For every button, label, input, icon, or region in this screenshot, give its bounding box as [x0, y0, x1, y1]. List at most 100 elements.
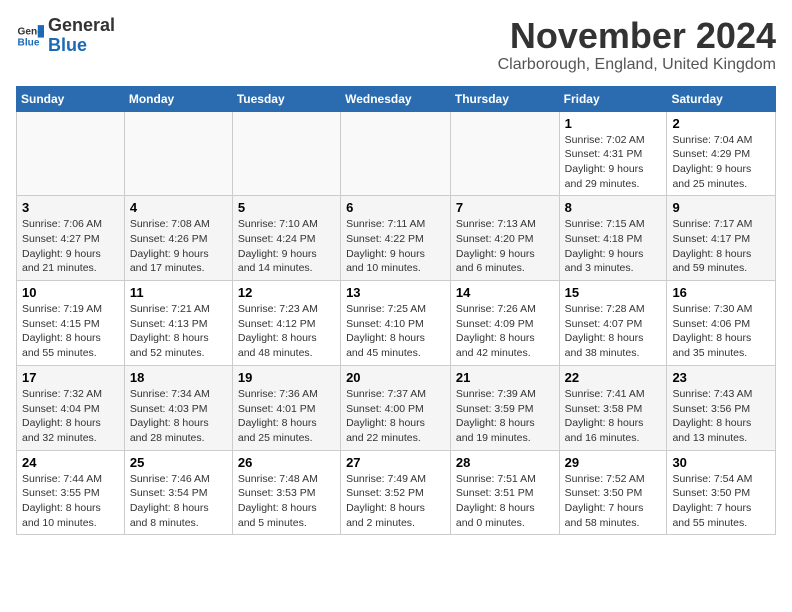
day-cell: 12Sunrise: 7:23 AMSunset: 4:12 PMDayligh… — [232, 281, 340, 366]
col-header-thursday: Thursday — [450, 86, 559, 111]
day-cell — [124, 111, 232, 196]
day-info: Sunrise: 7:15 AMSunset: 4:18 PMDaylight:… — [565, 217, 662, 276]
day-cell: 10Sunrise: 7:19 AMSunset: 4:15 PMDayligh… — [17, 281, 125, 366]
day-cell: 25 Sunrise: 7:46 AMSunset: 3:54 PMDayligh… — [124, 450, 232, 535]
day-cell: 24 Sunrise: 7:44 AMSunset: 3:55 PMDayligh… — [17, 450, 125, 535]
week-row-4: 17 Sunrise: 7:32 AMSunset: 4:04 PMDayligh… — [17, 365, 776, 450]
day-info: Sunrise: 7:30 AMSunset: 4:06 PMDaylight:… — [672, 302, 770, 361]
week-row-1: 1Sunrise: 7:02 AMSunset: 4:31 PMDaylight… — [17, 111, 776, 196]
day-info: Sunrise: 7:17 AMSunset: 4:17 PMDaylight:… — [672, 217, 770, 276]
day-number: 12 — [238, 285, 335, 300]
day-info: Sunrise: 7:21 AMSunset: 4:13 PMDaylight:… — [130, 302, 227, 361]
day-info: Sunrise: 7:13 AMSunset: 4:20 PMDaylight:… — [456, 217, 554, 276]
day-number: 20 — [346, 370, 445, 385]
title-block: November 2024 Clarborough, England, Unit… — [498, 16, 776, 74]
day-cell: 20Sunrise: 7:37 AMSunset: 4:00 PMDayligh… — [341, 365, 451, 450]
day-cell: 28 Sunrise: 7:51 AMSunset: 3:51 PMDayligh… — [450, 450, 559, 535]
day-cell: 17 Sunrise: 7:32 AMSunset: 4:04 PMDayligh… — [17, 365, 125, 450]
day-number: 24 — [22, 455, 119, 470]
day-cell: 14Sunrise: 7:26 AMSunset: 4:09 PMDayligh… — [450, 281, 559, 366]
header-row: SundayMondayTuesdayWednesdayThursdayFrid… — [17, 86, 776, 111]
day-number: 28 — [456, 455, 554, 470]
day-number: 21 — [456, 370, 554, 385]
day-number: 2 — [672, 116, 770, 131]
day-info: Sunrise: 7:54 AMSunset: 3:50 PMDaylight:… — [672, 472, 770, 531]
location: Clarborough, England, United Kingdom — [498, 56, 776, 74]
month-title: November 2024 — [498, 16, 776, 56]
day-info: Sunrise: 7:49 AMSunset: 3:52 PMDaylight:… — [346, 472, 445, 531]
day-cell: 18 Sunrise: 7:34 AMSunset: 4:03 PMDayligh… — [124, 365, 232, 450]
day-info: Sunrise: 7:02 AMSunset: 4:31 PMDaylight:… — [565, 133, 662, 192]
col-header-wednesday: Wednesday — [341, 86, 451, 111]
day-cell — [341, 111, 451, 196]
day-info: Sunrise: 7:32 AMSunset: 4:04 PMDaylight:… — [22, 387, 119, 446]
day-info: Sunrise: 7:04 AMSunset: 4:29 PMDaylight:… — [672, 133, 770, 192]
day-number: 7 — [456, 200, 554, 215]
logo-icon: General Blue — [16, 22, 44, 50]
day-info: Sunrise: 7:25 AMSunset: 4:10 PMDaylight:… — [346, 302, 445, 361]
day-number: 10 — [22, 285, 119, 300]
day-cell: 21 Sunrise: 7:39 AMSunset: 3:59 PMDayligh… — [450, 365, 559, 450]
logo-general: General — [48, 16, 115, 36]
day-number: 15 — [565, 285, 662, 300]
day-info: Sunrise: 7:51 AMSunset: 3:51 PMDaylight:… — [456, 472, 554, 531]
page-header: General Blue General Blue November 2024 … — [16, 16, 776, 74]
day-number: 27 — [346, 455, 445, 470]
day-number: 14 — [456, 285, 554, 300]
svg-text:Blue: Blue — [18, 37, 40, 48]
day-cell — [450, 111, 559, 196]
day-number: 3 — [22, 200, 119, 215]
day-info: Sunrise: 7:34 AMSunset: 4:03 PMDaylight:… — [130, 387, 227, 446]
day-number: 25 — [130, 455, 227, 470]
col-header-saturday: Saturday — [667, 86, 776, 111]
day-number: 13 — [346, 285, 445, 300]
day-number: 18 — [130, 370, 227, 385]
day-cell: 30Sunrise: 7:54 AMSunset: 3:50 PMDayligh… — [667, 450, 776, 535]
day-info: Sunrise: 7:10 AMSunset: 4:24 PMDaylight:… — [238, 217, 335, 276]
week-row-3: 10Sunrise: 7:19 AMSunset: 4:15 PMDayligh… — [17, 281, 776, 366]
day-number: 4 — [130, 200, 227, 215]
day-info: Sunrise: 7:46 AMSunset: 3:54 PMDaylight:… — [130, 472, 227, 531]
day-info: Sunrise: 7:41 AMSunset: 3:58 PMDaylight:… — [565, 387, 662, 446]
day-info: Sunrise: 7:08 AMSunset: 4:26 PMDaylight:… — [130, 217, 227, 276]
day-number: 23 — [672, 370, 770, 385]
day-number: 29 — [565, 455, 662, 470]
day-cell: 9 Sunrise: 7:17 AMSunset: 4:17 PMDaylight… — [667, 196, 776, 281]
day-cell: 7 Sunrise: 7:13 AMSunset: 4:20 PMDaylight… — [450, 196, 559, 281]
calendar-table: SundayMondayTuesdayWednesdayThursdayFrid… — [16, 86, 776, 536]
day-cell: 13 Sunrise: 7:25 AMSunset: 4:10 PMDayligh… — [341, 281, 451, 366]
day-info: Sunrise: 7:44 AMSunset: 3:55 PMDaylight:… — [22, 472, 119, 531]
day-info: Sunrise: 7:39 AMSunset: 3:59 PMDaylight:… — [456, 387, 554, 446]
day-cell: 22 Sunrise: 7:41 AMSunset: 3:58 PMDayligh… — [559, 365, 667, 450]
week-row-5: 24 Sunrise: 7:44 AMSunset: 3:55 PMDayligh… — [17, 450, 776, 535]
day-cell: 6Sunrise: 7:11 AMSunset: 4:22 PMDaylight… — [341, 196, 451, 281]
day-number: 17 — [22, 370, 119, 385]
day-info: Sunrise: 7:43 AMSunset: 3:56 PMDaylight:… — [672, 387, 770, 446]
col-header-friday: Friday — [559, 86, 667, 111]
day-cell: 4 Sunrise: 7:08 AMSunset: 4:26 PMDaylight… — [124, 196, 232, 281]
day-info: Sunrise: 7:48 AMSunset: 3:53 PMDaylight:… — [238, 472, 335, 531]
col-header-tuesday: Tuesday — [232, 86, 340, 111]
day-number: 5 — [238, 200, 335, 215]
logo-blue: Blue — [48, 36, 115, 56]
day-cell: 27 Sunrise: 7:49 AMSunset: 3:52 PMDayligh… — [341, 450, 451, 535]
day-cell: 29 Sunrise: 7:52 AMSunset: 3:50 PMDayligh… — [559, 450, 667, 535]
day-cell: 3Sunrise: 7:06 AMSunset: 4:27 PMDaylight… — [17, 196, 125, 281]
day-cell: 8Sunrise: 7:15 AMSunset: 4:18 PMDaylight… — [559, 196, 667, 281]
day-cell: 23 Sunrise: 7:43 AMSunset: 3:56 PMDayligh… — [667, 365, 776, 450]
day-cell: 2 Sunrise: 7:04 AMSunset: 4:29 PMDaylight… — [667, 111, 776, 196]
day-number: 11 — [130, 285, 227, 300]
day-cell: 15 Sunrise: 7:28 AMSunset: 4:07 PMDayligh… — [559, 281, 667, 366]
logo: General Blue General Blue — [16, 16, 115, 56]
day-number: 22 — [565, 370, 662, 385]
day-info: Sunrise: 7:52 AMSunset: 3:50 PMDaylight:… — [565, 472, 662, 531]
day-cell: 5 Sunrise: 7:10 AMSunset: 4:24 PMDaylight… — [232, 196, 340, 281]
day-cell: 16Sunrise: 7:30 AMSunset: 4:06 PMDayligh… — [667, 281, 776, 366]
day-number: 26 — [238, 455, 335, 470]
day-info: Sunrise: 7:36 AMSunset: 4:01 PMDaylight:… — [238, 387, 335, 446]
day-info: Sunrise: 7:28 AMSunset: 4:07 PMDaylight:… — [565, 302, 662, 361]
day-cell — [17, 111, 125, 196]
day-number: 9 — [672, 200, 770, 215]
day-number: 19 — [238, 370, 335, 385]
day-number: 6 — [346, 200, 445, 215]
